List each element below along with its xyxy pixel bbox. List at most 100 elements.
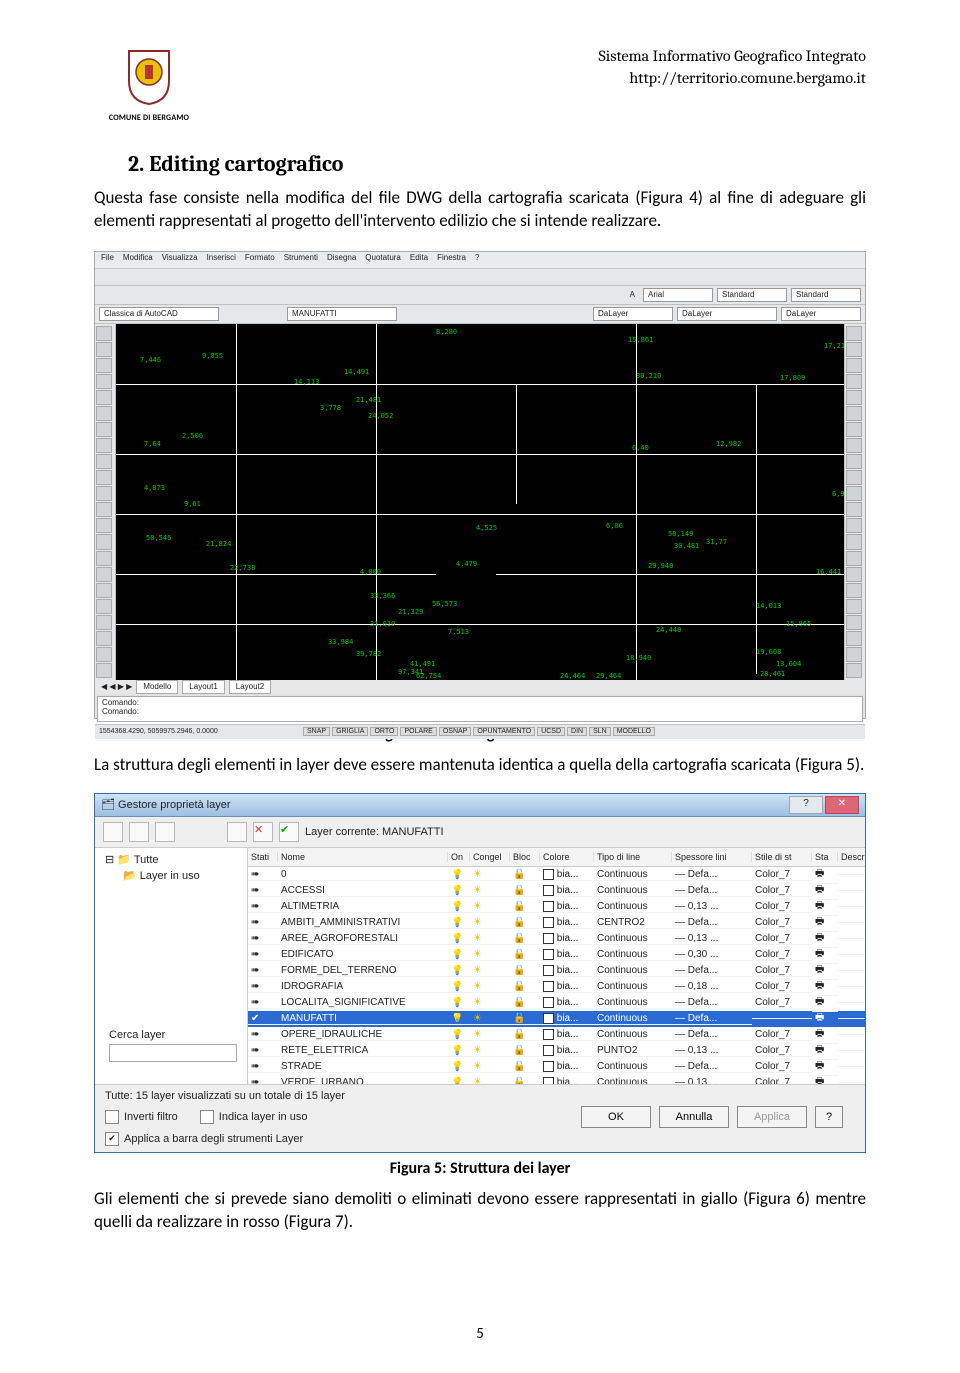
table-row[interactable]: ➠AMBITI_AMMINISTRATIVI💡☀🔓 bia...CENTRO2—… — [248, 915, 865, 931]
cad-tool-icon[interactable] — [96, 647, 112, 662]
menu-strumenti[interactable]: Strumenti — [284, 253, 318, 267]
ok-button[interactable]: OK — [581, 1106, 651, 1128]
menu-disegna[interactable]: Disegna — [327, 253, 356, 267]
table-row[interactable]: ➠ALTIMETRIA💡☀🔓 bia...Continuous— 0,13 ..… — [248, 899, 865, 915]
cad-tool-icon[interactable] — [846, 438, 862, 453]
cad-toolbar-1[interactable] — [95, 269, 865, 286]
lp-col-header[interactable]: Descrizione — [838, 852, 865, 862]
cancel-button[interactable]: Annulla — [659, 1106, 729, 1128]
status-polare[interactable]: POLARE — [400, 727, 436, 736]
cad-layerset-combo[interactable]: Classica di AutoCAD — [99, 307, 219, 321]
lp-states-icon[interactable] — [155, 822, 175, 842]
cad-lwbylayer-combo[interactable]: DaLayer — [781, 307, 861, 321]
table-row[interactable]: ➠ACCESSI💡☀🔓 bia...Continuous— Defa...Col… — [248, 883, 865, 899]
cad-style-combo-2[interactable]: Standard — [791, 288, 861, 302]
cad-tool-icon[interactable] — [846, 358, 862, 373]
table-row[interactable]: ➠EDIFICATO💡☀🔓 bia...Continuous— 0,30 ...… — [248, 947, 865, 963]
cad-ltbylayer-combo[interactable]: DaLayer — [677, 307, 777, 321]
cad-tool-icon[interactable] — [846, 567, 862, 582]
cad-layer-combo[interactable]: MANUFATTI — [287, 307, 397, 321]
cad-tool-icon[interactable] — [846, 406, 862, 421]
cad-tool-icon[interactable] — [846, 486, 862, 501]
cad-toolbar-3[interactable]: Classica di AutoCAD MANUFATTI DaLayer Da… — [95, 305, 865, 324]
table-row[interactable]: ➠0💡☀🔓 bia...Continuous— Defa...Color_7🖶 — [248, 867, 865, 883]
cad-tool-icon[interactable] — [96, 631, 112, 646]
table-row[interactable]: ➠VERDE_URBANO💡☀🔓 bia...Continuous— 0,13 … — [248, 1075, 865, 1084]
menu-formato[interactable]: Formato — [245, 253, 275, 267]
cad-tool-icon[interactable] — [846, 534, 862, 549]
table-row[interactable]: ➠AREE_AGROFORESTALI💡☀🔓 bia...Continuous—… — [248, 931, 865, 947]
cad-right-toolbar[interactable] — [844, 324, 865, 680]
cad-tool-icon[interactable] — [846, 518, 862, 533]
status-orto[interactable]: ORTO — [370, 727, 398, 736]
cad-tool-icon[interactable] — [96, 422, 112, 437]
lp-col-header[interactable]: Colore — [540, 852, 594, 862]
cad-tool-icon[interactable] — [846, 663, 862, 678]
cad-tool-icon[interactable] — [846, 422, 862, 437]
menu-file[interactable]: File — [101, 253, 114, 267]
cad-tool-icon[interactable] — [96, 342, 112, 357]
cad-sheet-tabs[interactable]: ◀ ◀ ▶ ▶ Modello Layout1 Layout2 — [95, 680, 865, 694]
status-modello[interactable]: MODELLO — [613, 727, 655, 736]
cad-tool-icon[interactable] — [846, 326, 862, 341]
cad-tool-icon[interactable] — [846, 647, 862, 662]
table-row[interactable]: ➠OPERE_IDRAULICHE💡☀🔓 bia...Continuous— D… — [248, 1027, 865, 1043]
help-button[interactable]: ? — [815, 1106, 843, 1128]
cad-tool-icon[interactable] — [96, 406, 112, 421]
help-icon[interactable]: ? — [789, 796, 823, 814]
table-row[interactable]: ➠RETE_ELETTRICA💡☀🔓 bia...PUNTO2— 0,13 ..… — [248, 1043, 865, 1059]
cb-apply-to-toolbar[interactable]: ✔Applica a barra degli strumenti Layer — [105, 1132, 303, 1146]
lp-set-current-icon[interactable]: ✔ — [279, 822, 299, 842]
cad-tool-icon[interactable] — [846, 631, 862, 646]
cad-tool-icon[interactable] — [96, 358, 112, 373]
cad-tool-icon[interactable] — [846, 390, 862, 405]
cad-tool-icon[interactable] — [846, 470, 862, 485]
menu-inserisci[interactable]: Inserisci — [207, 253, 236, 267]
cad-tool-icon[interactable] — [846, 454, 862, 469]
status-snap[interactable]: SNAP — [303, 727, 330, 736]
status-griglia[interactable]: GRIGLIA — [332, 727, 368, 736]
cad-tool-icon[interactable] — [846, 342, 862, 357]
table-row[interactable]: ➠IDROGRAFIA💡☀🔓 bia...Continuous— 0,18 ..… — [248, 979, 865, 995]
cad-tool-icon[interactable] — [96, 390, 112, 405]
menu-finestra[interactable]: Finestra — [437, 253, 466, 267]
menu-quotatura[interactable]: Quotatura — [365, 253, 401, 267]
cb-layers-in-use[interactable]: Indica layer in uso — [200, 1110, 308, 1124]
lp-new-filter-icon[interactable] — [103, 822, 123, 842]
cad-tool-icon[interactable] — [96, 534, 112, 549]
lp-col-header[interactable]: Stile di st — [752, 852, 812, 862]
status-sln[interactable]: SLN — [589, 727, 611, 736]
lp-col-header[interactable]: Nome — [278, 852, 448, 862]
cad-tool-icon[interactable] — [96, 438, 112, 453]
cad-tool-icon[interactable] — [96, 599, 112, 614]
cad-tool-icon[interactable] — [846, 615, 862, 630]
status-din[interactable]: DIN — [567, 727, 587, 736]
cad-tool-icon[interactable] — [846, 551, 862, 566]
lp-new-group-icon[interactable] — [129, 822, 149, 842]
lp-col-header[interactable]: On — [448, 852, 470, 862]
cad-style-combo-1[interactable]: Standard — [717, 288, 787, 302]
lp-col-header[interactable]: Spessore lini — [672, 852, 752, 862]
lp-delete-layer-icon[interactable]: ✕ — [253, 822, 273, 842]
cad-tool-icon[interactable] — [846, 599, 862, 614]
table-row[interactable]: ➠LOCALITA_SIGNIFICATIVE💡☀🔓 bia...Continu… — [248, 995, 865, 1011]
cad-tool-icon[interactable] — [96, 518, 112, 533]
cad-tool-icon[interactable] — [96, 374, 112, 389]
tab-layout2[interactable]: Layout2 — [229, 680, 271, 694]
menu-visualizza[interactable]: Visualizza — [162, 253, 198, 267]
status-osnap[interactable]: OSNAP — [439, 727, 472, 736]
status-ucsd[interactable]: UCSD — [537, 727, 565, 736]
table-row[interactable]: ✔MANUFATTI💡☀🔓 bia...Continuous— Defa...🖶 — [248, 1011, 865, 1027]
cad-tool-icon[interactable] — [96, 486, 112, 501]
apply-button[interactable]: Applica — [737, 1106, 807, 1128]
cb-invert-filter[interactable]: Inverti filtro — [105, 1110, 178, 1124]
tab-model[interactable]: Modello — [136, 680, 178, 694]
table-row[interactable]: ➠FORME_DEL_TERRENO💡☀🔓 bia...Continuous— … — [248, 963, 865, 979]
close-icon[interactable]: ✕ — [825, 796, 859, 814]
cad-command-window[interactable]: Comando: Comando: — [97, 696, 863, 722]
cad-tool-icon[interactable] — [96, 663, 112, 678]
table-row[interactable]: ➠STRADE💡☀🔓 bia...Continuous— Defa...Colo… — [248, 1059, 865, 1075]
cad-toolbar-2[interactable]: A Arial Standard Standard — [95, 286, 865, 305]
status-opuntamento[interactable]: OPUNTAMENTO — [473, 727, 535, 736]
menu-edita[interactable]: Edita — [410, 253, 428, 267]
